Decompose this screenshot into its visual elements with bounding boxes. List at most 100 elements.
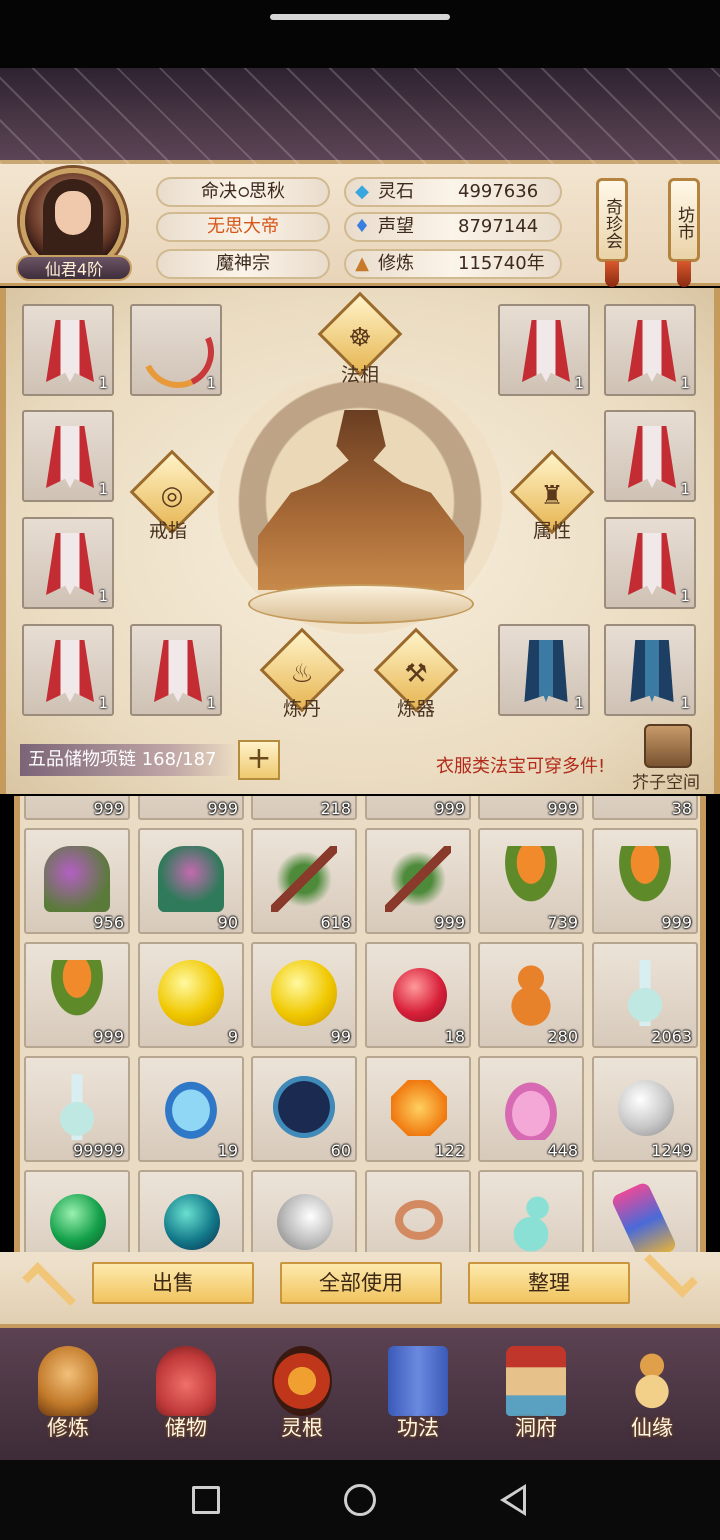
- slot-count: 1: [680, 587, 690, 605]
- inventory-cell[interactable]: 999: [592, 828, 698, 934]
- resource-cultivation: ▲ 修炼 115740年: [344, 249, 562, 279]
- prestige-icon: ♦: [353, 216, 371, 237]
- teal-orb-icon: [164, 1194, 220, 1250]
- tag-label: 奇珍会: [602, 197, 622, 249]
- slot-count: 1: [98, 694, 108, 712]
- equip-slot[interactable]: 1: [130, 624, 222, 716]
- equip-slot[interactable]: 1: [498, 624, 590, 716]
- tassel-icon: [677, 261, 691, 287]
- inventory-cell[interactable]: 448: [478, 1056, 584, 1162]
- inventory-cell[interactable]: 999: [138, 796, 244, 820]
- forge-button[interactable]: ⚒: [373, 627, 459, 713]
- resource-spirit-stone: ◆ 灵石 4997636: [344, 177, 562, 207]
- bag-bar: 五品储物项链 168/187 +: [20, 740, 280, 780]
- gourd-icon: [498, 960, 564, 1026]
- use-all-button[interactable]: 全部使用: [280, 1262, 442, 1304]
- inventory-cell[interactable]: 90: [138, 828, 244, 934]
- inventory-cell[interactable]: 99: [251, 942, 357, 1048]
- robe-red-icon: [628, 533, 676, 595]
- attribute-button[interactable]: ♜: [509, 449, 595, 535]
- market-button[interactable]: 坊市: [668, 178, 700, 287]
- cultivation-icon: ▲: [355, 253, 369, 274]
- spirit-root-icon: [272, 1346, 332, 1416]
- resource-value: 4997636: [458, 181, 539, 202]
- item-count: 122: [434, 1141, 465, 1160]
- nav-technique[interactable]: 功法: [366, 1340, 470, 1450]
- tassel-icon: [605, 261, 619, 287]
- ring-button[interactable]: ◎: [129, 449, 215, 535]
- alchemy-button[interactable]: ♨: [259, 627, 345, 713]
- inventory-cell[interactable]: [251, 1170, 357, 1252]
- inventory-cell[interactable]: 38: [592, 796, 698, 820]
- scroll-icon: [610, 1181, 678, 1252]
- equip-slot[interactable]: 1: [22, 624, 114, 716]
- inventory-cell[interactable]: 2063: [592, 942, 698, 1048]
- back-icon[interactable]: [500, 1484, 526, 1516]
- home-icon[interactable]: [344, 1484, 376, 1516]
- inventory-cell[interactable]: [592, 1170, 698, 1252]
- nav-cave[interactable]: 洞府: [484, 1340, 588, 1450]
- inventory-cell[interactable]: 618: [251, 828, 357, 934]
- robe-red-icon: [46, 640, 94, 702]
- inventory-cell[interactable]: [138, 1170, 244, 1252]
- inventory-cell[interactable]: 999: [365, 828, 471, 934]
- slot-count: 1: [98, 587, 108, 605]
- item-count: 218: [320, 799, 351, 818]
- inventory-cell[interactable]: 122: [365, 1056, 471, 1162]
- player-rank: 仙君4阶: [16, 255, 132, 281]
- chest-icon[interactable]: [644, 724, 692, 768]
- technique-book-icon: [388, 1346, 448, 1416]
- inventory-cell[interactable]: 956: [24, 828, 130, 934]
- equip-slot[interactable]: 1: [604, 410, 696, 502]
- inventory-cell[interactable]: 280: [478, 942, 584, 1048]
- item-count: 18: [444, 1027, 465, 1046]
- equip-slot[interactable]: 1: [498, 304, 590, 396]
- inventory-cell[interactable]: 999: [24, 942, 130, 1048]
- inventory-cell[interactable]: 999: [24, 796, 130, 820]
- inventory-cell[interactable]: [365, 1170, 471, 1252]
- inventory-cell[interactable]: 999: [365, 796, 471, 820]
- cultivate-icon: [38, 1346, 98, 1416]
- inventory-grid[interactable]: 999 999 218 999 999 38 956 90 618 999 73…: [14, 796, 706, 1252]
- inventory-cell[interactable]: 1249: [592, 1056, 698, 1162]
- green-orb-icon: [50, 1194, 106, 1250]
- player-honor: 无思大帝: [156, 212, 330, 242]
- inventory-cell[interactable]: [478, 1170, 584, 1252]
- status-bar: [0, 0, 720, 68]
- inventory-cell[interactable]: 99999: [24, 1056, 130, 1162]
- item-count: 9: [227, 1027, 238, 1046]
- equip-slot[interactable]: 1: [604, 624, 696, 716]
- bag-name: 五品储物项链 168/187: [20, 744, 236, 776]
- expand-bag-button[interactable]: +: [238, 740, 280, 780]
- item-count: 60: [330, 1141, 351, 1160]
- inventory-cell[interactable]: 60: [251, 1056, 357, 1162]
- nav-spirit-root[interactable]: 灵根: [250, 1340, 354, 1450]
- equip-slot[interactable]: 1: [22, 517, 114, 609]
- inventory-cell[interactable]: 9: [138, 942, 244, 1048]
- equip-slot[interactable]: 1: [130, 304, 225, 399]
- item-count: 38: [671, 799, 692, 818]
- nav-storage[interactable]: 储物: [134, 1340, 238, 1450]
- fate-gourd-icon: [622, 1346, 682, 1416]
- inventory-cell[interactable]: 999: [478, 796, 584, 820]
- inventory-cell[interactable]: 739: [478, 828, 584, 934]
- equip-slot[interactable]: 1: [22, 304, 114, 396]
- equip-slot[interactable]: 1: [604, 304, 696, 396]
- inventory-cell[interactable]: 18: [365, 942, 471, 1048]
- slot-count: 1: [574, 694, 584, 712]
- inventory-cell[interactable]: 19: [138, 1056, 244, 1162]
- slot-count: 1: [206, 374, 216, 392]
- sort-button[interactable]: 整理: [468, 1262, 630, 1304]
- faxiang-button[interactable]: ☸: [317, 291, 403, 377]
- gesture-pill: [270, 14, 450, 20]
- nav-fate[interactable]: 仙缘: [600, 1340, 704, 1450]
- equip-slot[interactable]: 1: [604, 517, 696, 609]
- sell-button[interactable]: 出售: [92, 1262, 254, 1304]
- treasure-auction-button[interactable]: 奇珍会: [596, 178, 628, 287]
- inventory-cell[interactable]: 218: [251, 796, 357, 820]
- recent-apps-icon[interactable]: [192, 1486, 220, 1514]
- equip-slot[interactable]: 1: [22, 410, 114, 502]
- nav-cultivate[interactable]: 修炼: [16, 1340, 120, 1450]
- inventory-cell[interactable]: [24, 1170, 130, 1252]
- item-count: 618: [320, 913, 351, 932]
